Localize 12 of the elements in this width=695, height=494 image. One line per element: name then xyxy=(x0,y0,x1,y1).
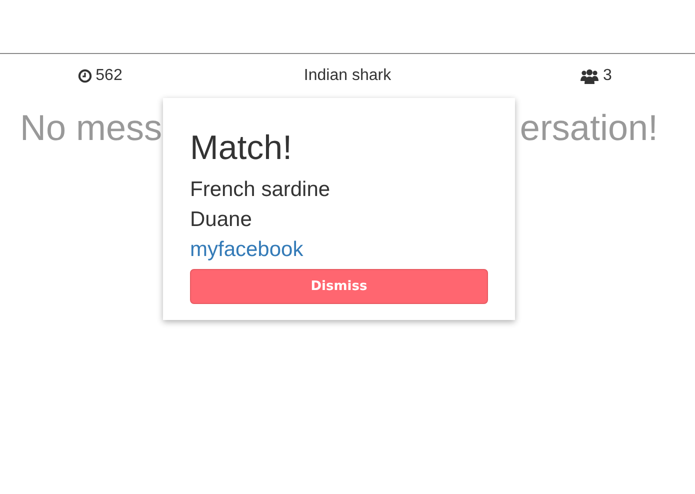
empty-message: ersation! xyxy=(520,106,658,150)
member-count: 3 xyxy=(603,67,612,85)
users-icon xyxy=(580,68,600,84)
match-detail: French sardine xyxy=(190,176,332,203)
match-detail: Duane xyxy=(190,206,253,233)
dialog-title: Match! xyxy=(190,128,294,169)
dismiss-button[interactable]: Dismiss xyxy=(190,268,488,304)
profile-link[interactable]: myfacebook xyxy=(190,234,304,265)
chat-title: Indian shark xyxy=(304,67,392,85)
clock-icon xyxy=(78,69,92,83)
timer-count: 562 xyxy=(96,67,122,85)
empty-message: No mess xyxy=(20,106,162,150)
